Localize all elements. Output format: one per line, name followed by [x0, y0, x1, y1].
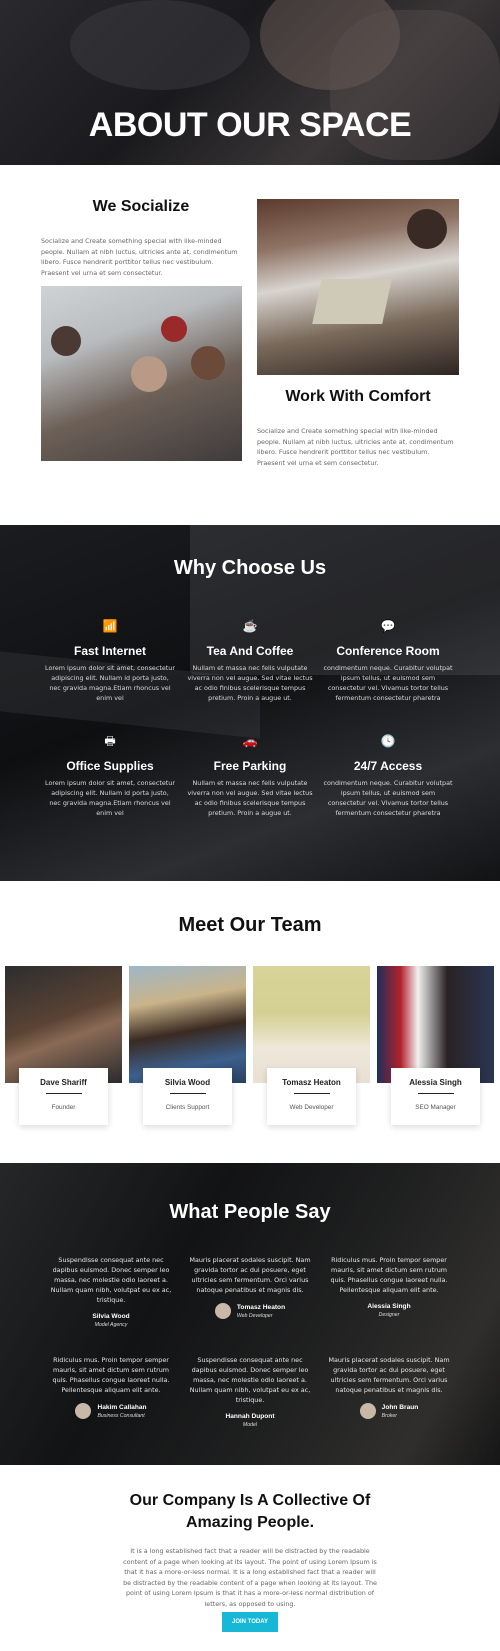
team-section: Meet Our Team Dave Shariff Founder Silvi…: [0, 881, 500, 1163]
member-name: Dave Shariff: [40, 1078, 87, 1087]
member-role: Founder: [51, 1104, 76, 1111]
member-info: Dave Shariff Founder: [19, 1068, 108, 1125]
divider: [417, 1093, 454, 1094]
avatar: [75, 1403, 92, 1419]
why-choose-us-section: Why Choose Us 📶 Fast Internet Lorem ipsu…: [0, 525, 500, 881]
team-member-card[interactable]: Silvia Wood Clients Support: [129, 966, 246, 1134]
laptop-photo: [257, 199, 459, 375]
member-role: SEO Manager: [415, 1104, 456, 1111]
feature-fast-internet: 📶 Fast Internet Lorem ipsum dolor sit am…: [45, 618, 175, 703]
testimonial-item: Suspendisse consequat ante nec dapibus e…: [184, 1355, 316, 1428]
testimonial-text: Ridiculus mus. Proin tempor semper mauri…: [52, 1356, 170, 1394]
testimonial-item: Ridiculus mus. Proin tempor semper mauri…: [323, 1255, 455, 1318]
about-section: We Socialize Socialize and Create someth…: [0, 165, 500, 525]
author-role: Web Developer: [236, 1312, 273, 1319]
testimonials-title: What People Say: [169, 1201, 331, 1223]
member-photo: [377, 966, 494, 1083]
author-name: John Braun: [381, 1403, 419, 1411]
member-info: Tomasz Heaton Web Developer: [267, 1068, 356, 1125]
member-photo: [129, 966, 246, 1083]
avatar: [359, 1403, 376, 1419]
team-member-card[interactable]: Dave Shariff Founder: [5, 966, 122, 1134]
feature-title: 24/7 Access: [353, 759, 423, 773]
divider: [293, 1093, 330, 1094]
divider: [169, 1093, 206, 1094]
feature-title: Tea And Coffee: [206, 644, 294, 658]
feature-text: Nullam et massa nec felis vulputate vive…: [187, 664, 313, 702]
feature-text: Lorem ipsum dolor sit amet, consectetur …: [45, 779, 175, 817]
printer-icon: 🖶: [104, 734, 116, 748]
testimonial-item: Mauris placerat sodales suscipit. Nam gr…: [323, 1355, 455, 1419]
feature-title: Conference Room: [336, 644, 440, 658]
feature-24-7-access: 🕓 24/7 Access condimentum neque. Curabit…: [323, 733, 453, 818]
testimonials-section: What People Say Suspendisse consequat an…: [0, 1163, 500, 1465]
car-icon: 🚗: [242, 734, 258, 748]
team-member-card[interactable]: Alessia Singh SEO Manager: [377, 966, 494, 1134]
wifi-icon: 📶: [102, 619, 118, 633]
author-name: Alessia Singh: [367, 1303, 411, 1310]
member-info: Alessia Singh SEO Manager: [391, 1068, 480, 1125]
member-name: Tomasz Heaton: [282, 1078, 341, 1087]
testimonial-item: Ridiculus mus. Proin tempor semper mauri…: [45, 1355, 177, 1419]
member-role: Clients Support: [165, 1104, 210, 1111]
socialize-text: Socialize and Create something special w…: [41, 237, 238, 277]
divider: [45, 1093, 82, 1094]
feature-tea-coffee: ☕ Tea And Coffee Nullam et massa nec fel…: [185, 618, 315, 703]
why-title: Why Choose Us: [173, 557, 327, 579]
feature-office-supplies: 🖶 Office Supplies Lorem ipsum dolor sit …: [45, 733, 175, 818]
company-text: It is a long established fact that a rea…: [123, 1547, 377, 1608]
feature-title: Free Parking: [213, 759, 287, 773]
author-name: Silvia Wood: [92, 1313, 130, 1320]
chat-icon: 💬: [380, 619, 396, 633]
feature-conference-room: 💬 Conference Room condimentum neque. Cur…: [323, 618, 453, 703]
hero-title: ABOUT OUR SPACE: [88, 106, 412, 144]
author-role: Broker: [381, 1412, 397, 1419]
feature-text: Nullam et massa nec felis vulputate vive…: [187, 779, 313, 817]
testimonial-text: Suspendisse consequat ante nec dapibus e…: [189, 1356, 311, 1404]
feature-text: Lorem ipsum dolor sit amet, consectetur …: [45, 664, 175, 702]
testimonial-item: Mauris placerat sodales suscipit. Nam gr…: [184, 1255, 316, 1319]
member-photo: [253, 966, 370, 1083]
testimonial-item: Suspendisse consequat ante nec dapibus e…: [45, 1255, 177, 1328]
feature-title: Fast Internet: [73, 644, 146, 658]
comfort-text: Socialize and Create something special w…: [257, 427, 454, 467]
testimonial-text: Mauris placerat sodales suscipit. Nam gr…: [189, 1256, 311, 1294]
author-name: Hannah Dupont: [225, 1413, 275, 1420]
member-name: Silvia Wood: [164, 1078, 211, 1087]
company-section: Our Company Is A Collective Of Amazing P…: [0, 1465, 500, 1651]
join-today-button[interactable]: JOIN TODAY: [222, 1612, 278, 1632]
coffee-icon: ☕: [242, 619, 258, 633]
testimonial-text: Mauris placerat sodales suscipit. Nam gr…: [328, 1356, 450, 1394]
hero-section: ABOUT OUR SPACE: [0, 0, 500, 165]
member-role: Web Developer: [289, 1104, 334, 1111]
feature-title: Office Supplies: [66, 759, 154, 773]
company-title: Our Company Is A Collective Of Amazing P…: [100, 1490, 400, 1534]
team-title: Meet Our Team: [178, 914, 322, 936]
author-name: Hakim Callahan: [97, 1403, 147, 1411]
socialize-title: We Socialize: [92, 198, 190, 215]
meeting-photo: [41, 286, 242, 461]
member-photo: [5, 966, 122, 1083]
team-member-card[interactable]: Tomasz Heaton Web Developer: [253, 966, 370, 1134]
author-role: Designer: [378, 1312, 400, 1318]
feature-text: condimentum neque. Curabitur volutpat ip…: [323, 664, 453, 702]
testimonial-text: Ridiculus mus. Proin tempor semper mauri…: [330, 1256, 448, 1294]
company-title-line1: Our Company Is A Collective Of: [129, 1492, 371, 1509]
author-role: Model Agency: [94, 1322, 128, 1328]
feature-free-parking: 🚗 Free Parking Nullam et massa nec felis…: [185, 733, 315, 818]
member-info: Silvia Wood Clients Support: [143, 1068, 232, 1125]
company-title-line2: Amazing People.: [185, 1514, 315, 1531]
avatar: [214, 1303, 231, 1319]
author-role: Business Consultant: [97, 1412, 145, 1419]
testimonial-text: Suspendisse consequat ante nec dapibus e…: [50, 1256, 172, 1304]
member-name: Alessia Singh: [409, 1078, 462, 1087]
author-role: Model: [242, 1422, 258, 1428]
clock-icon: 🕓: [380, 734, 396, 748]
hero-background-image: [70, 0, 250, 90]
comfort-title: Work With Comfort: [285, 388, 431, 405]
author-name: Tomasz Heaton: [236, 1303, 286, 1311]
feature-text: condimentum neque. Curabitur volutpat ip…: [323, 779, 453, 817]
